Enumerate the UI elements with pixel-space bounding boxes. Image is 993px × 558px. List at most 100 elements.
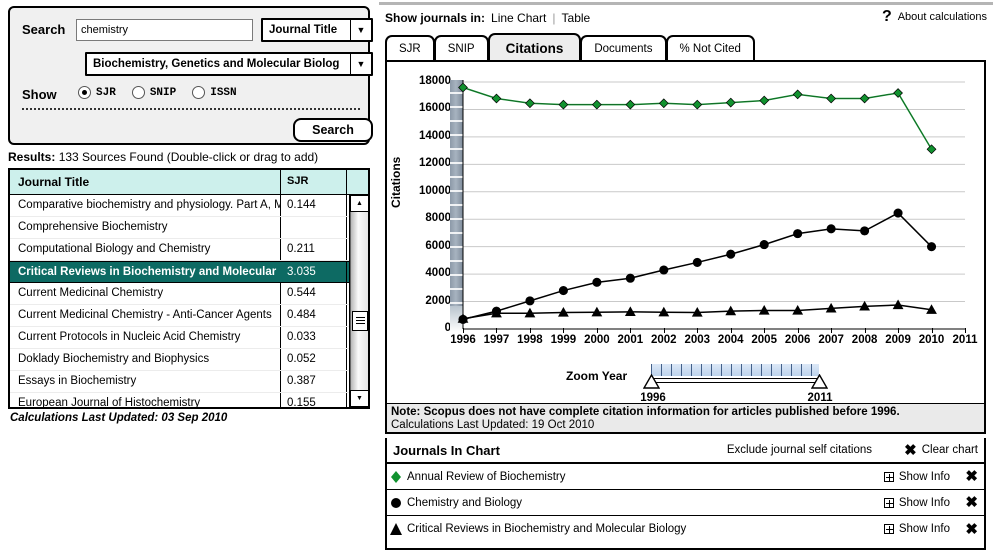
scrollbar-thumb[interactable] [352,311,368,331]
chart-data-point-diamond[interactable] [525,98,535,109]
tab-label: SJR [399,43,421,55]
scroll-up-icon[interactable]: ▲ [350,195,368,212]
zoom-year-slider[interactable]: 1996 2011 [640,364,832,404]
chart-data-point-circle[interactable] [692,257,702,267]
journal-legend-row[interactable]: Annual Review of Biochemistry Show Info ✖ [387,464,984,490]
journals-in-chart-title: Journals In Chart [393,442,500,458]
scroll-down-icon[interactable]: ▼ [350,390,368,407]
show-info-button[interactable]: Show Info [883,497,950,509]
table-row[interactable]: Computational Biology and Chemistry 0.211 [10,239,368,261]
results-scrollbar[interactable]: ▲ ▼ [349,195,368,407]
zoom-year-rail[interactable] [651,378,819,383]
column-header-spacer [347,170,368,194]
plus-box-icon [883,471,894,482]
chart-data-point-circle[interactable] [826,224,836,234]
journal-legend-row[interactable]: Critical Reviews in Biochemistry and Mol… [387,516,984,542]
chart-data-point-circle[interactable] [759,240,769,250]
about-calculations-label: About calculations [897,11,987,23]
table-row[interactable]: Comprehensive Biochemistry [10,217,368,239]
x-axis-tick-mark [697,328,699,333]
chart-data-point-diamond[interactable] [625,99,636,110]
x-axis-tick-label: 2006 [784,334,811,346]
x-axis-tick-label: 2001 [617,334,644,346]
plus-box-icon [883,497,894,508]
table-row[interactable]: Current Medicinal Chemistry 0.544 [10,283,368,305]
scrollbar-track[interactable] [350,212,368,390]
chart-data-point-circle[interactable] [860,226,870,236]
show-info-button[interactable]: Show Info [883,471,950,483]
view-table-link[interactable]: Table [562,11,591,25]
results-calc-updated: Calculations Last Updated: 03 Sep 2010 [10,412,228,424]
chart-data-point-diamond[interactable] [692,99,703,110]
remove-journal-icon[interactable]: ✖ [965,495,978,510]
chart-data-point-circle[interactable] [525,296,535,306]
chart-frame: Citations 0 2000 4000 6000 8000 10000 12000 140… [385,60,986,405]
chart-data-point-diamond[interactable] [658,98,669,109]
chart-data-point-circle[interactable] [558,286,568,296]
row-journal-title: Critical Reviews in Biochemistry and Mol… [10,262,281,282]
chart-data-point-circle[interactable] [926,242,937,252]
chart-data-point-circle[interactable] [893,208,903,218]
chart-data-point-diamond[interactable] [558,99,569,110]
show-info-button[interactable]: Show Info [883,523,950,535]
results-header-prefix: Results: [8,150,56,164]
chevron-down-icon: ▼ [356,25,366,35]
table-row[interactable]: Current Protocols in Nucleic Acid Chemis… [10,327,368,349]
results-header-text: 133 Sources Found (Double-click or drag … [58,150,319,164]
search-field-select[interactable]: Journal Title ▼ [261,18,373,42]
search-input[interactable] [76,19,253,41]
radio-snip[interactable]: SNIP [131,86,176,99]
show-journals-in-label: Show journals in: [385,11,486,25]
view-line-chart-link[interactable]: Line Chart [491,11,546,25]
chart-data-point-circle[interactable] [793,229,803,239]
chart-data-point-circle[interactable] [726,249,736,259]
zoom-year-handle-right[interactable] [811,374,828,389]
table-row[interactable]: Comparative biochemistry and physiology.… [10,195,368,217]
about-calculations-link[interactable]: ? About calculations [882,9,987,25]
table-row[interactable]: Critical Reviews in Biochemistry and Mol… [10,261,368,283]
clear-chart-button[interactable]: ✖ Clear chart [904,443,978,458]
exclude-self-citations-option[interactable]: Exclude journal self citations [727,444,872,456]
zoom-year-handle-left[interactable] [643,374,660,389]
show-label: Show [22,87,57,102]
subject-area-select[interactable]: Biochemistry, Genetics and Molecular Bio… [85,52,373,76]
tab-snip[interactable]: SNIP [433,35,489,61]
chart-data-point-diamond[interactable] [893,88,903,98]
search-button[interactable]: Search [293,118,373,142]
radio-issn[interactable]: ISSN [192,86,237,99]
x-axis-tick-mark [764,328,766,333]
chart-data-point-circle[interactable] [625,273,635,283]
tab-documents[interactable]: Documents [580,35,667,61]
row-journal-title: European Journal of Histochemistry [10,393,281,407]
chevron-down-icon: ▼ [356,59,366,69]
metric-tabs: SJR SNIP Citations Documents % Not Cited [385,33,755,61]
chart-data-point-diamond[interactable] [792,89,803,100]
remove-journal-icon[interactable]: ✖ [965,522,978,537]
x-axis-tick-label: 2005 [751,334,777,346]
table-row[interactable]: Essays in Biochemistry 0.387 [10,371,368,393]
chart-data-point-diamond[interactable] [591,99,602,110]
chart-data-point-diamond[interactable] [491,93,502,104]
row-sjr-value: 0.211 [281,239,347,260]
chart-data-point-diamond[interactable] [926,144,937,155]
chart-data-point-diamond[interactable] [859,93,870,104]
chart-data-point-diamond[interactable] [725,97,736,108]
chart-data-point-diamond[interactable] [759,95,770,106]
table-row[interactable]: Doklady Biochemistry and Biophysics 0.052 [10,349,368,371]
citations-line-chart[interactable]: Citations 0 2000 4000 6000 8000 10000 12000 140… [387,62,984,404]
row-sjr-value: 3.035 [281,262,347,282]
chart-data-point-circle[interactable] [659,265,669,275]
subject-area-select-value: Biochemistry, Genetics and Molecular Bio… [93,58,340,70]
chart-data-point-diamond[interactable] [826,93,837,104]
radio-sjr[interactable]: SJR [78,86,116,99]
journal-legend-row[interactable]: Chemistry and Biology Show Info ✖ [387,490,984,516]
remove-journal-icon[interactable]: ✖ [965,469,978,484]
table-row[interactable]: European Journal of Histochemistry 0.155 [10,393,368,407]
triangle-marker-icon [389,522,405,536]
chart-data-point-diamond[interactable] [458,82,468,93]
tab-sjr[interactable]: SJR [385,35,435,61]
tab-not-cited[interactable]: % Not Cited [665,35,755,61]
chart-data-point-circle[interactable] [592,277,602,287]
table-row[interactable]: Current Medicinal Chemistry - Anti-Cance… [10,305,368,327]
tab-citations[interactable]: Citations [487,33,582,61]
